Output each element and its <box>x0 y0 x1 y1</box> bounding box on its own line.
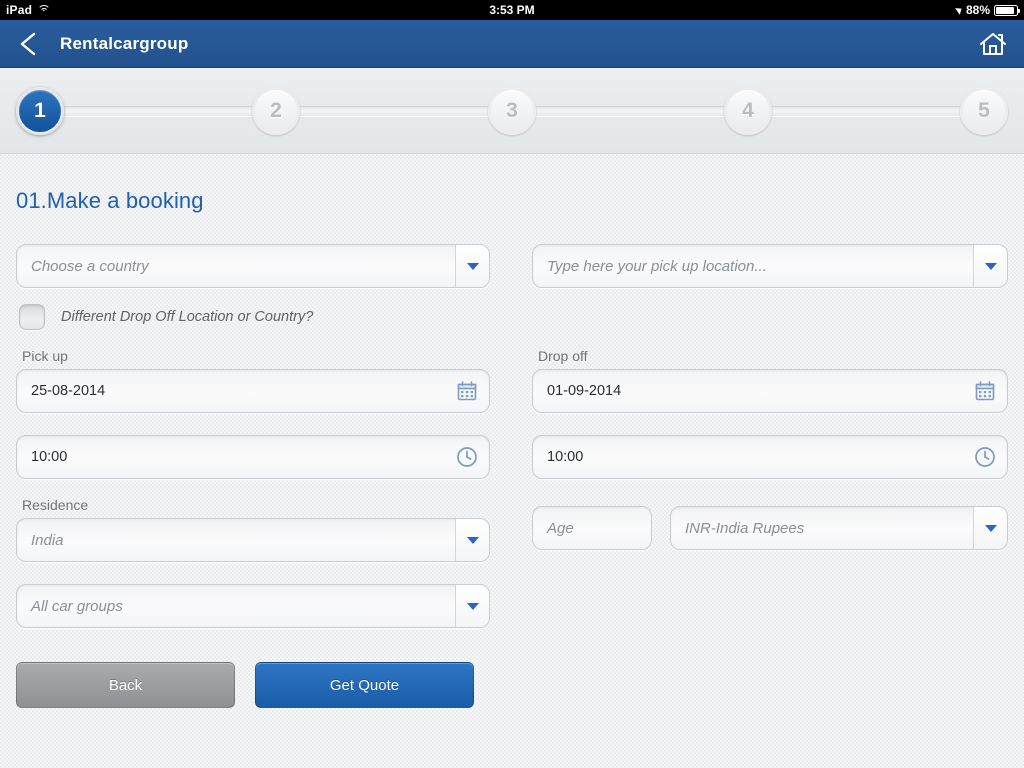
pickup-location-arrow-button[interactable] <box>973 245 1007 287</box>
form-column-left: Choose a country Different Drop Off Loca… <box>16 244 490 708</box>
different-dropoff-checkbox[interactable] <box>19 304 45 330</box>
battery-icon <box>994 4 1020 16</box>
dropoff-time-input[interactable]: 10:00 <box>532 435 1008 479</box>
residence-select-arrow-button[interactable] <box>455 519 489 561</box>
app-bar: Rentalcargroup <box>0 20 1024 68</box>
booking-form: 01.Make a booking Choose a country Diffe… <box>0 154 1024 768</box>
clock-icon <box>975 447 995 467</box>
dropoff-group: Drop off 01-09-2014 <box>532 348 1008 413</box>
home-icon <box>980 32 1006 55</box>
age-currency-row: Age INR-India Rupees <box>532 506 1008 550</box>
dropoff-time-group: 10:00 <box>532 435 1008 479</box>
residence-select-value: India <box>31 531 64 549</box>
step-4[interactable]: 4 <box>724 86 772 135</box>
pickup-time-input[interactable]: 10:00 <box>16 435 490 479</box>
right-column-spacer <box>532 288 1008 330</box>
residence-group: Residence India <box>16 497 490 562</box>
car-group-group: All car groups <box>16 584 490 628</box>
chevron-down-icon <box>466 262 479 270</box>
clock-icon <box>457 447 477 467</box>
dropoff-date-value: 01-09-2014 <box>547 383 622 399</box>
app-title: Rentalcargroup <box>60 33 189 53</box>
status-bar-time: 3:53 PM <box>489 3 535 17</box>
dropoff-time-value: 10:00 <box>547 449 584 465</box>
age-input[interactable]: Age <box>532 506 652 550</box>
dropoff-time-clock-button[interactable] <box>963 446 1007 468</box>
status-bar: iPad 3:53 PM 88% <box>0 0 1024 20</box>
chevron-left-icon <box>20 32 36 55</box>
step-indicator: 1 2 3 4 5 <box>0 68 1024 154</box>
residence-label: Residence <box>22 497 89 513</box>
pickup-group: Pick up 25-08-2014 <box>16 348 490 413</box>
back-button-bottom[interactable]: Back <box>16 662 235 708</box>
calendar-icon <box>457 381 477 401</box>
step-list: 1 2 3 4 5 <box>0 86 1024 135</box>
get-quote-button[interactable]: Get Quote <box>255 662 474 708</box>
pickup-time-group: 10:00 <box>16 435 490 479</box>
pickup-date-value: 25-08-2014 <box>31 383 106 399</box>
step-2[interactable]: 2 <box>252 86 300 135</box>
calendar-icon <box>975 381 995 401</box>
form-column-right: Type here your pick up location... Drop … <box>532 244 1008 708</box>
pickup-location-placeholder: Type here your pick up location... <box>547 257 767 275</box>
pickup-date-calendar-button[interactable] <box>445 381 489 401</box>
dropoff-date-calendar-button[interactable] <box>963 381 1007 401</box>
chevron-down-icon <box>984 524 997 532</box>
residence-select[interactable]: India <box>16 518 490 562</box>
home-button[interactable] <box>976 27 1010 61</box>
currency-select[interactable]: INR-India Rupees <box>670 506 1008 550</box>
step-1[interactable]: 1 <box>16 86 64 135</box>
chevron-down-icon <box>466 602 479 610</box>
back-button[interactable] <box>14 30 42 58</box>
pickup-date-input[interactable]: 25-08-2014 <box>16 369 490 413</box>
pickup-time-clock-button[interactable] <box>445 446 489 468</box>
dropoff-label: Drop off <box>538 348 588 364</box>
country-select-arrow-button[interactable] <box>455 245 489 287</box>
car-group-select-arrow-button[interactable] <box>455 585 489 627</box>
step-5[interactable]: 5 <box>960 86 1008 135</box>
currency-select-value: INR-India Rupees <box>685 519 805 537</box>
currency-select-arrow-button[interactable] <box>973 507 1007 549</box>
different-dropoff-label: Different Drop Off Location or Country? <box>61 309 314 325</box>
age-input-placeholder: Age <box>547 519 574 537</box>
page-title: 01.Make a booking <box>16 188 204 213</box>
car-group-select-value: All car groups <box>31 597 123 615</box>
pickup-location-input[interactable]: Type here your pick up location... <box>532 244 1008 288</box>
form-columns: Choose a country Different Drop Off Loca… <box>16 244 1008 708</box>
pickup-time-value: 10:00 <box>31 449 68 465</box>
step-3[interactable]: 3 <box>488 86 536 135</box>
different-dropoff-row: Different Drop Off Location or Country? <box>19 304 490 330</box>
car-group-select[interactable]: All car groups <box>16 584 490 628</box>
country-select[interactable]: Choose a country <box>16 244 490 288</box>
country-select-placeholder: Choose a country <box>31 257 149 275</box>
chevron-down-icon <box>984 262 997 270</box>
form-actions: Back Get Quote <box>16 662 490 708</box>
pickup-label: Pick up <box>22 348 68 364</box>
chevron-down-icon <box>466 536 479 544</box>
dropoff-date-input[interactable]: 01-09-2014 <box>532 369 1008 413</box>
